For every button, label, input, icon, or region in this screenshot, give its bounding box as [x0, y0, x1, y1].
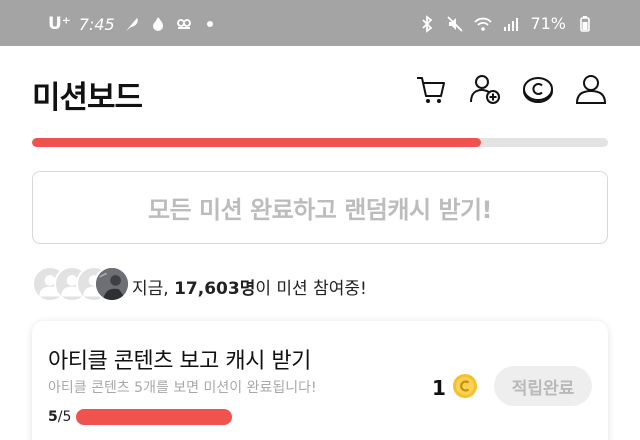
feather-icon: [125, 18, 138, 31]
avatar-photo: [94, 266, 130, 302]
mission-description: 아티클 콘텐츠 5개를 보면 미션이 완료됩니다!: [48, 380, 317, 396]
photo-thumbnail-icon: [96, 268, 128, 300]
mission-done: 5: [48, 409, 58, 425]
all-missions-label: 모든 미션 완료하고 랜덤캐시 받기!: [148, 196, 493, 224]
mute-icon: [447, 15, 464, 32]
status-bar: U⁺ 7:45 71%: [0, 0, 640, 46]
all-missions-reward-banner[interactable]: 모든 미션 완료하고 랜덤캐시 받기!: [32, 171, 608, 244]
progress-fill: [32, 138, 482, 147]
mission-title: 아티클 콘텐츠 보고 캐시 받기: [48, 349, 311, 374]
flame-icon: [152, 17, 163, 31]
mission-total: /5: [57, 409, 72, 425]
wifi-icon: [474, 17, 493, 31]
dot-icon: [206, 21, 213, 27]
status-right: 71%: [418, 14, 594, 33]
participants-prefix: 지금,: [132, 279, 175, 299]
battery-icon: [580, 15, 590, 32]
participants-row: 지금, 17,603명이 미션 참여중!: [32, 266, 608, 302]
claim-complete-button[interactable]: 적립완료: [494, 366, 592, 406]
header: 미션보드: [0, 46, 640, 130]
page-title: 미션보드: [32, 80, 143, 116]
coin-icon: [453, 374, 477, 398]
profile-icon[interactable]: [574, 72, 608, 106]
signal-icon: [504, 17, 519, 31]
cart-icon[interactable]: [414, 72, 448, 106]
status-left: U⁺ 7:45: [48, 14, 219, 34]
mission-card[interactable]: 아티클 콘텐츠 보고 캐시 받기 아티클 콘텐츠 5개를 보면 미션이 완료됩니…: [32, 321, 608, 440]
clock: 7:45: [78, 14, 115, 34]
participants-text: 지금, 17,603명이 미션 참여중!: [132, 274, 367, 299]
mission-progress-bar: [32, 138, 608, 147]
bluetooth-icon: [422, 14, 433, 33]
cash-coin-icon[interactable]: [521, 72, 555, 106]
battery-percent: 71%: [530, 14, 566, 33]
reward-amount: 1: [432, 376, 446, 400]
carrier-label: U⁺: [48, 14, 71, 34]
mustache-icon: [176, 19, 191, 29]
mission-progress-fill: [76, 409, 232, 425]
participants-count: 17,603명: [174, 279, 256, 299]
participants-suffix: 이 미션 참여중!: [255, 279, 367, 299]
add-friend-icon[interactable]: [468, 72, 502, 106]
mission-count: 5/5: [48, 409, 71, 425]
